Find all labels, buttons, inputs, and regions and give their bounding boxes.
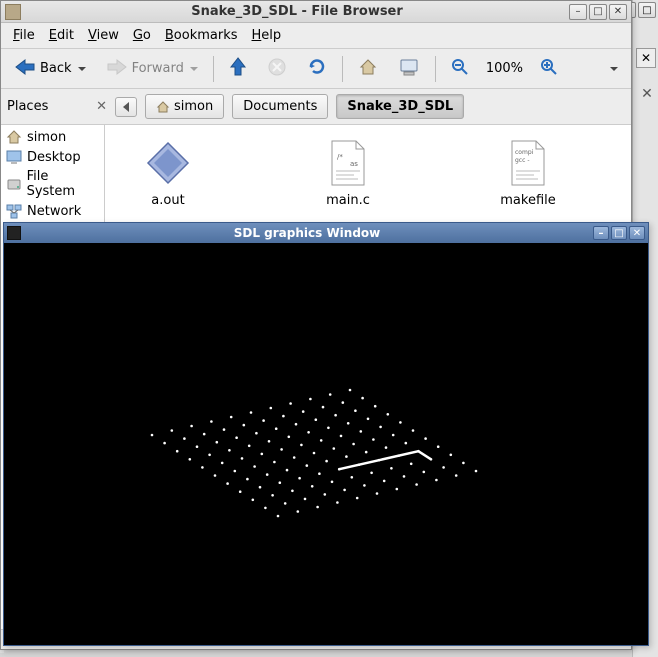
sdl-close-button[interactable]: ✕	[629, 226, 645, 240]
sdl-title: SDL graphics Window	[23, 226, 591, 240]
zoom-out-button[interactable]	[444, 53, 476, 85]
crumb-home-label: simon	[174, 99, 213, 114]
forward-label: Forward	[132, 61, 184, 76]
crumb-back-button[interactable]	[115, 97, 137, 117]
back-label: Back	[40, 61, 72, 76]
place-desktop-label: Desktop	[27, 150, 81, 165]
crumb-home[interactable]: simon	[145, 94, 224, 119]
places-close-icon[interactable]: ✕	[96, 99, 107, 114]
zoom-out-icon	[451, 58, 469, 80]
close-button[interactable]: ✕	[609, 4, 627, 20]
desktop-icon	[6, 149, 22, 165]
place-fs-label: File System	[27, 169, 99, 199]
sdl-window: SDL graphics Window – □ ✕	[3, 222, 649, 646]
sdl-app-icon	[7, 226, 21, 240]
home-button[interactable]	[351, 52, 385, 86]
file-item-makefile[interactable]: compigcc - makefile	[483, 139, 573, 208]
stop-icon	[267, 57, 287, 81]
menu-edit[interactable]: Edit	[43, 26, 80, 45]
zoom-in-button[interactable]	[533, 53, 565, 85]
places-header: Places ✕	[7, 99, 107, 114]
disk-icon	[6, 176, 22, 192]
forward-menu-chevron-icon	[190, 67, 198, 71]
c-source-icon: /* as	[324, 139, 372, 187]
places-label: Places	[7, 99, 48, 114]
place-home[interactable]: simon	[1, 127, 104, 147]
chevron-down-icon	[610, 67, 618, 71]
toolbar-separator-3	[435, 56, 436, 82]
folder-app-icon	[5, 4, 21, 20]
menu-bookmarks[interactable]: Bookmarks	[159, 26, 244, 45]
file-browser-title: Snake_3D_SDL - File Browser	[25, 4, 569, 19]
up-arrow-icon	[229, 57, 247, 81]
place-filesystem[interactable]: File System	[1, 167, 104, 201]
svg-text:compi: compi	[515, 149, 534, 156]
computer-button[interactable]	[391, 52, 427, 86]
minimize-button[interactable]: –	[569, 4, 587, 20]
svg-text:as: as	[350, 160, 358, 168]
zoom-in-icon	[540, 58, 558, 80]
toolbar: Back Forward	[1, 49, 631, 89]
menu-view[interactable]: View	[82, 26, 125, 45]
file-item-main-c[interactable]: /* as main.c	[303, 139, 393, 208]
location-bar: Places ✕ simon Documents Snake_3D_SDL	[1, 89, 631, 125]
svg-text:gcc -: gcc -	[515, 157, 529, 164]
svg-text:/*: /*	[337, 153, 343, 161]
computer-icon	[398, 57, 420, 81]
place-desktop[interactable]: Desktop	[1, 147, 104, 167]
forward-button: Forward	[99, 53, 205, 85]
3d-grid-graphic	[4, 243, 648, 645]
forward-arrow-icon	[106, 58, 128, 80]
sdl-minimize-button[interactable]: –	[593, 226, 609, 240]
home-icon	[6, 129, 22, 145]
sidebar-close-button[interactable]: ✕	[639, 86, 655, 102]
file-label: a.out	[151, 193, 184, 208]
reload-button[interactable]	[300, 52, 334, 86]
maximize-button[interactable]: □	[589, 4, 607, 20]
back-menu-chevron-icon[interactable]	[78, 67, 86, 71]
file-label: main.c	[326, 193, 370, 208]
executable-icon	[144, 139, 192, 187]
menu-help[interactable]: Help	[246, 26, 288, 45]
sdl-canvas[interactable]	[4, 243, 648, 645]
menu-go[interactable]: Go	[127, 26, 157, 45]
makefile-icon: compigcc -	[504, 139, 552, 187]
place-network[interactable]: Network	[1, 201, 104, 221]
zoom-level: 100%	[482, 61, 527, 76]
toolbar-separator	[213, 56, 214, 82]
home-icon	[156, 100, 170, 114]
back-button[interactable]: Back	[7, 53, 93, 85]
stop-button	[260, 52, 294, 86]
menu-bar: File Edit View Go Bookmarks Help	[1, 23, 631, 49]
panel-close-button[interactable]: ✕	[636, 48, 656, 68]
sdl-maximize-button[interactable]: □	[611, 226, 627, 240]
file-item-aout[interactable]: a.out	[123, 139, 213, 208]
bg-maximize-button[interactable]: □	[638, 2, 656, 18]
toolbar-separator-2	[342, 56, 343, 82]
sdl-titlebar[interactable]: SDL graphics Window – □ ✕	[4, 223, 648, 243]
reload-icon	[307, 57, 327, 81]
crumb-documents-label: Documents	[243, 99, 317, 114]
view-mode-dropdown[interactable]	[601, 62, 625, 76]
network-icon	[6, 203, 22, 219]
place-network-label: Network	[27, 204, 81, 219]
crumb-current-label: Snake_3D_SDL	[347, 99, 453, 114]
place-home-label: simon	[27, 130, 66, 145]
file-browser-titlebar[interactable]: Snake_3D_SDL - File Browser – □ ✕	[1, 1, 631, 23]
up-button[interactable]	[222, 52, 254, 86]
crumb-current[interactable]: Snake_3D_SDL	[336, 94, 464, 119]
home-icon	[358, 57, 378, 81]
back-arrow-icon	[14, 58, 36, 80]
crumb-documents[interactable]: Documents	[232, 94, 328, 119]
file-label: makefile	[500, 193, 556, 208]
menu-file[interactable]: File	[7, 26, 41, 45]
